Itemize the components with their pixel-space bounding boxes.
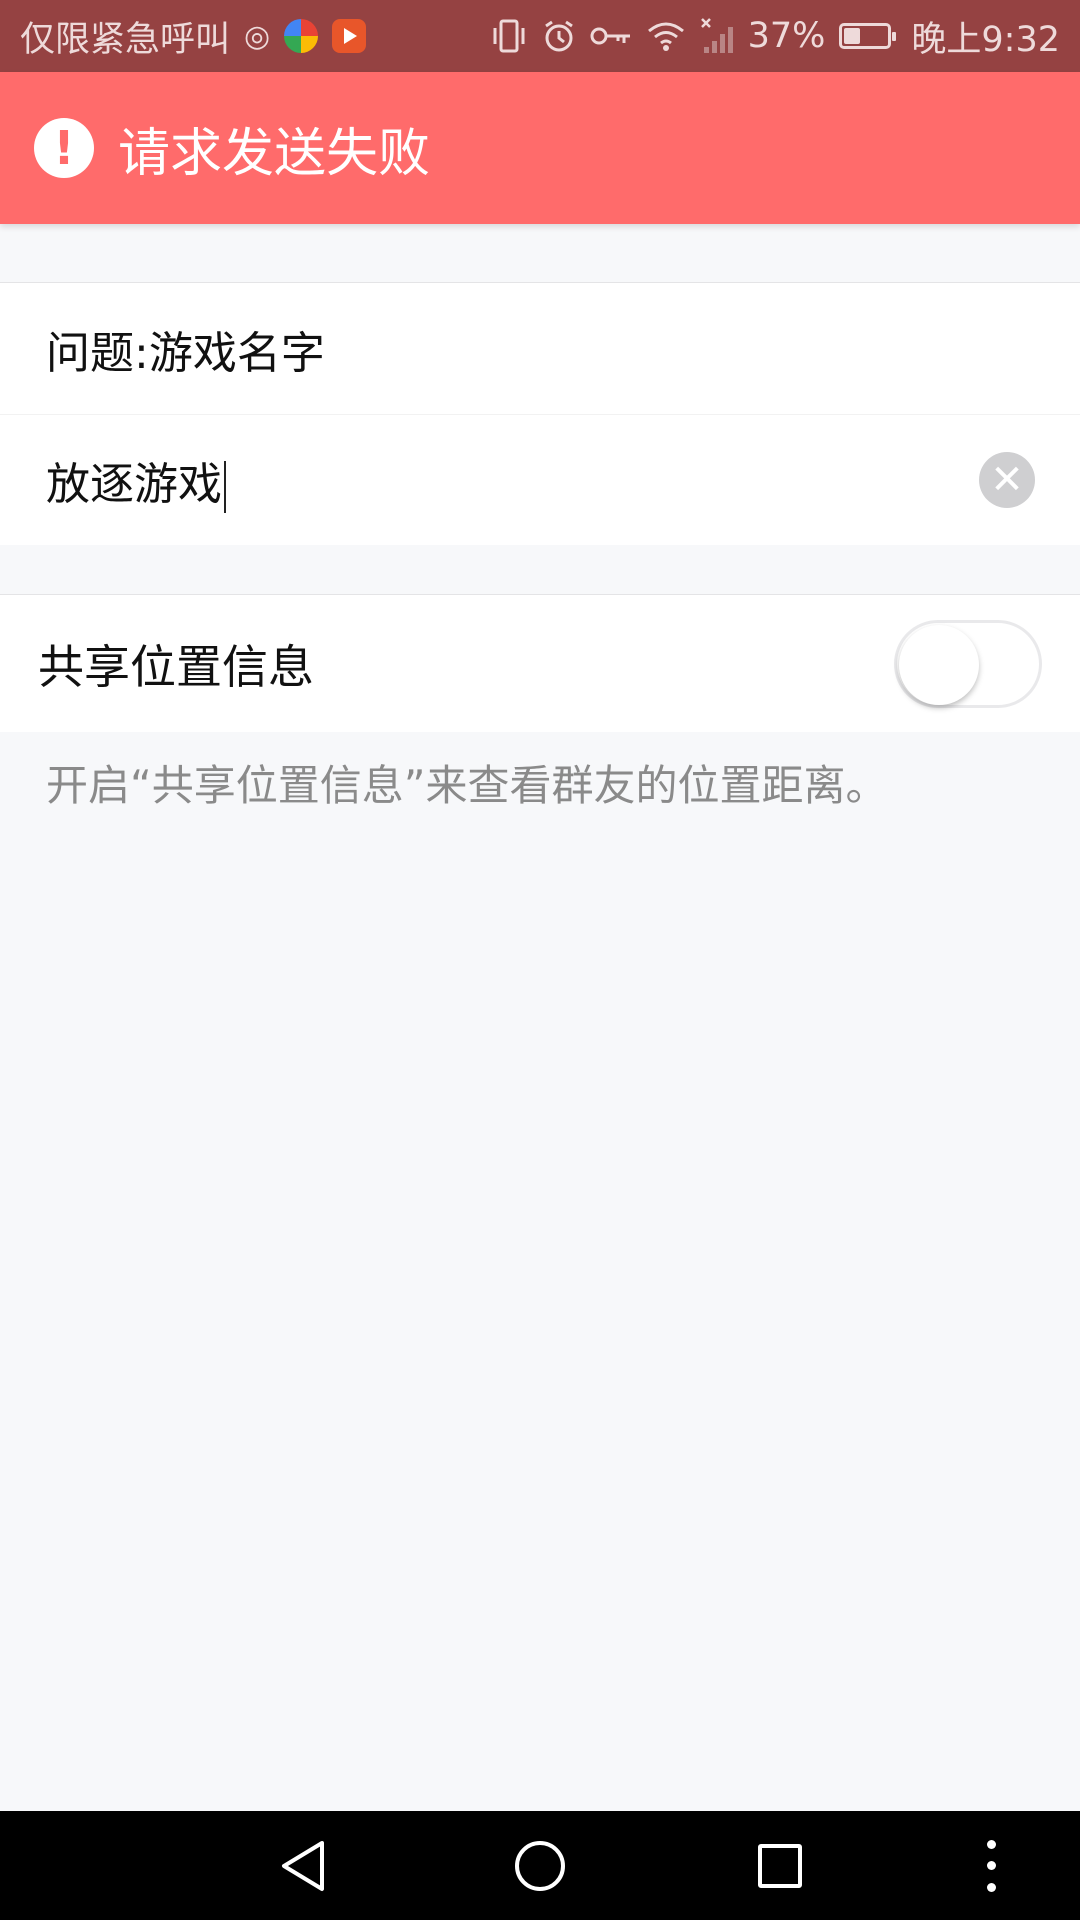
question-row: 问题:游戏名字 xyxy=(0,283,1080,414)
status-right: 37% 晚上9:32 xyxy=(490,11,1060,62)
app-colorful-icon xyxy=(284,19,319,53)
share-location-section: 共享位置信息 xyxy=(0,594,1080,732)
answer-row[interactable]: 放逐游戏 ✕ xyxy=(0,414,1080,545)
hotspot-icon: ◎ xyxy=(244,18,271,54)
battery-percent: 37% xyxy=(747,16,826,56)
more-icon[interactable] xyxy=(986,1839,996,1892)
share-location-label: 共享位置信息 xyxy=(38,639,314,694)
text-cursor xyxy=(224,460,226,513)
error-banner: ! 请求发送失败 xyxy=(0,72,1080,224)
error-message: 请求发送失败 xyxy=(118,123,431,184)
share-location-toggle[interactable] xyxy=(894,619,1042,708)
app-play-icon xyxy=(332,19,367,53)
vpn-key-icon xyxy=(590,27,630,45)
share-location-row: 共享位置信息 xyxy=(0,595,1080,732)
wifi-icon xyxy=(647,22,684,51)
battery-icon xyxy=(839,23,897,49)
toggle-knob xyxy=(899,624,979,705)
battery-level-fill xyxy=(844,28,861,44)
question-section: 问题:游戏名字 放逐游戏 ✕ xyxy=(0,282,1080,545)
dot xyxy=(986,1882,996,1892)
signal-icon xyxy=(700,18,733,53)
clear-icon[interactable]: ✕ xyxy=(979,452,1035,508)
answer-value: 放逐游戏 xyxy=(46,458,222,510)
dot xyxy=(986,1861,996,1870)
carrier-text: 仅限紧急呼叫 xyxy=(20,19,231,60)
home-icon[interactable] xyxy=(515,1840,565,1891)
recent-apps-icon[interactable] xyxy=(758,1843,802,1888)
share-location-hint: 开启“共享位置信息”来查看群友的位置距离。 xyxy=(46,761,888,810)
navigation-bar xyxy=(0,1811,1080,1920)
status-left: 仅限紧急呼叫 ◎ xyxy=(20,11,367,62)
question-label: 问题:游戏名字 xyxy=(46,327,325,379)
back-icon[interactable] xyxy=(278,1839,328,1893)
dot xyxy=(986,1839,996,1849)
answer-input[interactable]: 放逐游戏 xyxy=(46,448,226,513)
alert-circle-icon: ! xyxy=(34,118,94,178)
vibrate-icon xyxy=(493,19,525,53)
clock-text: 晚上9:32 xyxy=(911,19,1060,60)
alarm-icon xyxy=(544,20,573,52)
status-bar: 仅限紧急呼叫 ◎ 37% 晚上9:32 xyxy=(0,0,1080,72)
